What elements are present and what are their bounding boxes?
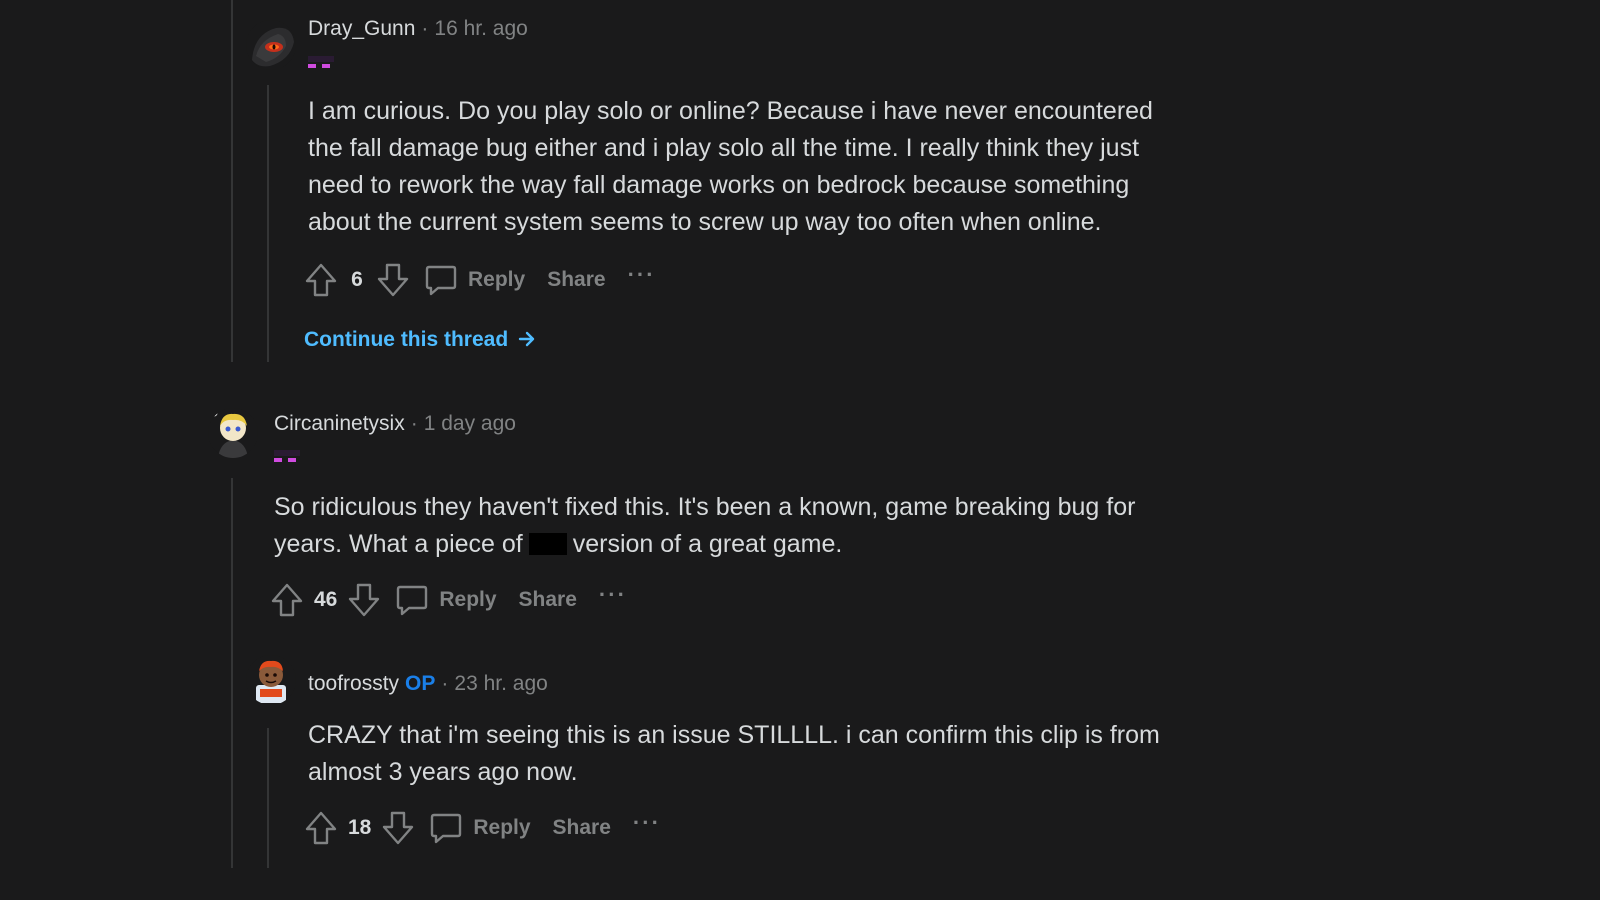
- thread-rail-outer[interactable]: [231, 0, 233, 362]
- comment-thread: Dray_Gunn · 16 hr. ago I am curious. Do yo…: [0, 0, 1600, 900]
- reply-button[interactable]: Reply: [424, 263, 525, 297]
- thread-rail-dray[interactable]: [267, 85, 269, 362]
- comment-meta: toofrossty OP · 23 hr. ago: [308, 672, 548, 696]
- more-options-button[interactable]: ···: [633, 812, 661, 844]
- username[interactable]: Circaninetysix: [274, 412, 405, 435]
- reply-label: Reply: [468, 268, 526, 291]
- continue-thread-link[interactable]: Continue this thread: [304, 328, 536, 352]
- timestamp[interactable]: 23 hr. ago: [454, 672, 547, 695]
- comment-body: I am curious. Do you play solo or online…: [308, 97, 1153, 236]
- reply-button[interactable]: Reply: [429, 811, 531, 845]
- reply-button[interactable]: Reply: [395, 583, 497, 617]
- op-badge: OP: [405, 672, 436, 695]
- downvote-icon[interactable]: [347, 582, 381, 618]
- upvote-icon[interactable]: [304, 810, 338, 846]
- user-flair-icon: [306, 54, 336, 76]
- dragon-avatar-icon: [246, 20, 296, 70]
- reply-label: Reply: [473, 816, 531, 839]
- comment-actions: 18 Reply Share ···: [304, 808, 661, 848]
- comment-actions: 6 Reply Share ···: [304, 260, 656, 300]
- comment-bubble-icon: [424, 263, 458, 297]
- username[interactable]: toofrossty: [308, 672, 399, 695]
- upvote-icon[interactable]: [304, 262, 338, 298]
- separator: ·: [441, 672, 449, 695]
- reply-label: Reply: [439, 588, 497, 611]
- arrow-right-icon: [512, 328, 536, 351]
- downvote-icon[interactable]: [376, 262, 410, 298]
- avatar[interactable]: [208, 408, 258, 458]
- username[interactable]: Dray_Gunn: [308, 17, 415, 40]
- separator: ·: [421, 17, 429, 40]
- upvote-icon[interactable]: [270, 582, 304, 618]
- avatar[interactable]: [246, 20, 296, 70]
- comment-meta: Dray_Gunn · 16 hr. ago: [308, 17, 528, 41]
- more-options-button[interactable]: ···: [599, 584, 627, 616]
- timestamp[interactable]: 16 hr. ago: [434, 17, 527, 40]
- share-button[interactable]: Share: [519, 588, 577, 612]
- vote-score: 18: [348, 816, 372, 839]
- comment-body: So ridiculous they haven't fixed this. I…: [274, 489, 1154, 563]
- avatar[interactable]: [246, 655, 296, 705]
- timestamp[interactable]: 1 day ago: [424, 412, 516, 435]
- comment-bubble-icon: [429, 811, 463, 845]
- comment-body: CRAZY that i'm seeing this is an issue S…: [308, 721, 1160, 786]
- comment-meta: Circaninetysix · 1 day ago: [274, 412, 516, 436]
- redaction-block: [528, 533, 567, 555]
- vote-score: 6: [351, 268, 363, 291]
- share-button[interactable]: Share: [547, 268, 605, 292]
- snoo-avatar-icon: [208, 408, 258, 458]
- thread-rail-toofrossty[interactable]: [267, 728, 269, 868]
- snoo-avatar-icon: [246, 655, 296, 705]
- continue-thread-label: Continue this thread: [304, 328, 509, 351]
- comment-text-after: version of a great game.: [572, 530, 843, 558]
- downvote-icon[interactable]: [381, 810, 415, 846]
- vote-score: 46: [314, 588, 338, 611]
- separator: ·: [410, 412, 418, 435]
- comment-bubble-icon: [395, 583, 429, 617]
- user-flair-icon: [272, 448, 302, 470]
- share-button[interactable]: Share: [553, 816, 611, 840]
- thread-rail-circa[interactable]: [231, 478, 233, 868]
- comment-actions: 46 Reply Share ···: [270, 580, 627, 620]
- more-options-button[interactable]: ···: [628, 264, 656, 296]
